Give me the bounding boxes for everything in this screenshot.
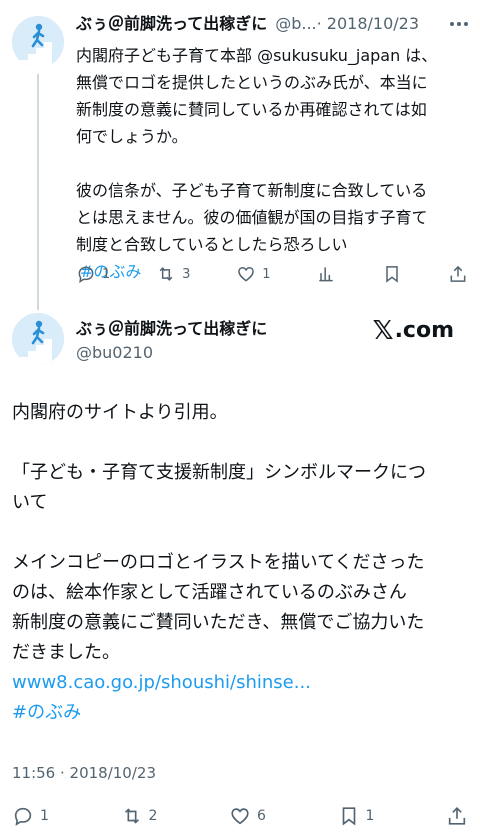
tweet1-text-line: 無償でロゴを提供したというのぶみ氏が、本当に (76, 73, 428, 92)
tweet2-handle[interactable]: @bu0210 (76, 342, 153, 364)
tweet1-action-bar: 1 3 1 (76, 262, 468, 286)
reply-icon (14, 807, 32, 826)
tweet2-text-line: 新制度の意義にご賛同いただき、無償でご協力いた (12, 612, 425, 633)
tweet2-display-name[interactable]: ぶぅ＠前脚洗って出稼ぎに (76, 318, 267, 340)
tweet2-text-line: だきました。 (12, 642, 120, 663)
source-watermark-text: .com (394, 318, 454, 343)
reply-icon (78, 266, 94, 283)
tweet2-text-line: 内閣府のサイトより引用。 (12, 402, 228, 423)
bookmark-button[interactable] (382, 264, 402, 284)
tweet1-header: ぶぅ＠前脚洗って出稼ぎに @b... · 2018/10/23 (76, 14, 472, 34)
thread-connector-line (37, 74, 39, 310)
like-count: 6 (257, 808, 266, 824)
reply-count: 1 (40, 808, 49, 824)
share-button[interactable] (446, 805, 468, 827)
tweet2-hashtag[interactable]: #のぶみ (12, 698, 472, 728)
tweet2-timestamp[interactable]: 11:56 · 2018/10/23 (12, 764, 156, 782)
like-button[interactable]: 6 (229, 805, 266, 827)
avatar[interactable] (12, 313, 64, 365)
retweet-icon (124, 808, 139, 824)
tweet1-text-line: 制度と合致しているとしたら恐ろしい (76, 235, 348, 254)
tweet1-display-name[interactable]: ぶぅ＠前脚洗って出稼ぎに (76, 14, 267, 34)
reply-button[interactable]: 1 (12, 805, 49, 827)
x-logo-icon: 𝕏 (372, 316, 394, 346)
more-icon[interactable] (450, 22, 472, 26)
bookmark-count: 1 (365, 808, 375, 824)
retweet-count: 3 (182, 266, 191, 282)
tweet1-text: 内閣府子ども子育て本部 @sukusuku_japan は、 無償でロゴを提供し… (76, 42, 472, 285)
tweet2-text: 内閣府のサイトより引用。 「子ども・子育て支援新制度」シンボルマークにつ いて … (12, 398, 472, 728)
retweet-button[interactable]: 3 (156, 264, 190, 284)
source-watermark: 𝕏 .com (373, 316, 454, 346)
retweet-button[interactable]: 2 (121, 805, 158, 827)
bookmark-button[interactable]: 1 (338, 805, 375, 827)
share-icon (448, 807, 466, 825)
tweet1-text-line: 内閣府子ども子育て本部 @sukusuku_japan は、 (76, 46, 438, 65)
tweet1-text-line: 何でしょうか。 (76, 127, 188, 146)
reply-count: 1 (102, 266, 111, 282)
tweet2-text-line: メインコピーのロゴとイラストを描いてくださった (12, 552, 425, 573)
like-icon (231, 808, 249, 825)
tweet1-text-line: とは思えません。彼の価値観が国の目指す子育て (76, 208, 428, 227)
views-button[interactable] (316, 264, 336, 284)
tweet1-date[interactable]: · 2018/10/23 (317, 14, 419, 34)
tweet2-link[interactable]: www8.cao.go.jp/shoushi/shinse... (12, 668, 472, 698)
retweet-count: 2 (148, 808, 158, 824)
retweet-icon (159, 267, 173, 281)
avatar-stairs-icon (12, 313, 64, 365)
like-icon (238, 266, 255, 282)
tweet2-text-line: 「子ども・子育て支援新制度」シンボルマークにつ (12, 462, 426, 483)
like-button[interactable]: 1 (236, 264, 271, 284)
bookmark-icon (342, 807, 355, 826)
tweet1-handle[interactable]: @b... (275, 14, 316, 34)
tweet2-text-line: いて (12, 492, 48, 513)
tweet1-text-line: 新制度の意義に賛同しているか再確認されては如 (76, 100, 427, 119)
tweet1-text-line: 彼の信条が、子ども子育て新制度に合致している (76, 181, 428, 200)
reply-button[interactable]: 1 (76, 264, 110, 284)
tweet2-text-line: のは、絵本作家として活躍されているのぶみさん (12, 582, 407, 603)
avatar[interactable] (12, 16, 64, 68)
views-icon (319, 267, 333, 282)
share-button[interactable] (448, 264, 468, 284)
bookmark-icon (386, 266, 398, 283)
avatar-stairs-icon (12, 16, 64, 68)
share-icon (450, 265, 466, 282)
like-count: 1 (262, 266, 271, 282)
tweet2-action-bar: 1 2 6 1 (12, 803, 468, 829)
